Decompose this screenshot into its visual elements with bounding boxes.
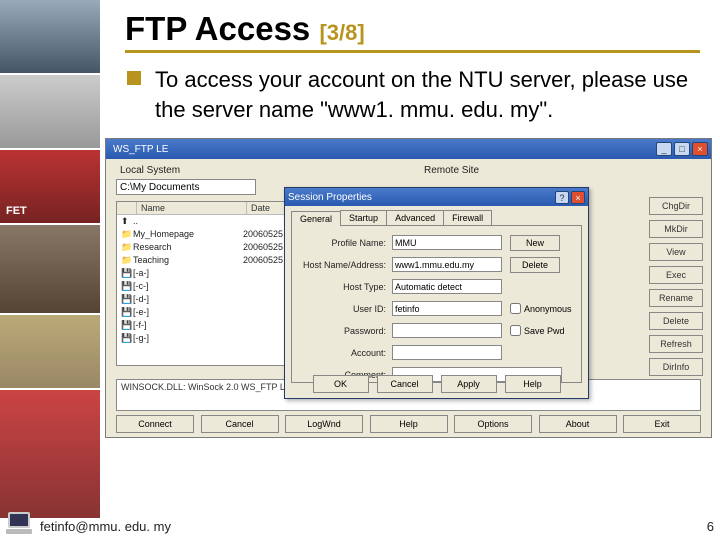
dialog-help-button[interactable]: Help [505,375,561,393]
ftp-window: WS_FTP LE _ □ × Local System Remote Site… [105,138,712,438]
sidebar-photo-2 [0,75,100,150]
slide-body: To access your account on the NTU server… [105,53,720,134]
dirinfo-button[interactable]: DirInfo [649,358,703,376]
local-system-label: Local System [120,165,180,176]
exec-button[interactable]: Exec [649,266,703,284]
rename-button[interactable]: Rename [649,289,703,307]
host-label: Host Name/Address: [300,260,392,270]
dialog-tabs: GeneralStartupAdvancedFirewall [285,206,588,225]
host-input[interactable] [392,257,502,272]
dialog-close-button[interactable]: × [571,191,585,204]
hosttype-select[interactable] [392,279,502,294]
slide-main: FTP Access [3/8] To access your account … [105,0,720,540]
dialog-titlebar: Session Properties ? × [285,188,588,206]
sidebar-photo-4 [0,315,100,390]
sidebar-image-strip: FET [0,0,100,540]
dialog-tab-body: Profile Name: New Host Name/Address: Del… [291,225,582,383]
dialog-cancel-button[interactable]: Cancel [377,375,433,393]
tab-startup[interactable]: Startup [340,210,387,225]
savepwd-label: Save Pwd [524,326,565,336]
close-button[interactable]: × [692,142,708,156]
title-text: FTP Access [125,10,310,47]
slide-title: FTP Access [3/8] [125,10,700,53]
bullet-icon [127,71,141,85]
computer-icon [4,512,34,538]
anonymous-label: Anonymous [524,304,572,314]
maximize-button[interactable]: □ [674,142,690,156]
account-label: Account: [300,348,392,358]
col-name: Name [137,202,247,214]
anonymous-checkbox[interactable] [510,303,521,314]
mkdir-button[interactable]: MkDir [649,220,703,238]
app-title: WS_FTP LE [109,144,168,155]
session-properties-dialog: Session Properties ? × GeneralStartupAdv… [284,187,589,399]
options-button[interactable]: Options [454,415,532,433]
delete-button[interactable]: Delete [510,257,560,273]
title-pager: [3/8] [319,20,364,45]
sidebar-photo-1 [0,0,100,75]
userid-input[interactable] [392,301,502,316]
account-input[interactable] [392,345,502,360]
tab-general[interactable]: General [291,211,341,226]
hosttype-label: Host Type: [300,282,392,292]
fet-logo: FET [0,150,100,225]
chgdir-button[interactable]: ChgDir [649,197,703,215]
profile-label: Profile Name: [300,238,392,248]
about-button[interactable]: About [539,415,617,433]
app-titlebar: WS_FTP LE _ □ × [106,139,711,159]
body-text: To access your account on the NTU server… [155,67,688,122]
savepwd-checkbox[interactable] [510,325,521,336]
refresh-button[interactable]: Refresh [649,335,703,353]
userid-label: User ID: [300,304,392,314]
password-input[interactable] [392,323,502,338]
new-button[interactable]: New [510,235,560,251]
remote-site-label: Remote Site [424,165,479,176]
tab-firewall[interactable]: Firewall [443,210,492,225]
delete-button[interactable]: Delete [649,312,703,330]
dialog-apply-button[interactable]: Apply [441,375,497,393]
page-number: 6 [707,519,714,534]
bottom-button-row: Connect Cancel LogWnd Help Options About Exit [116,415,701,433]
cancel-button[interactable]: Cancel [201,415,279,433]
local-path-input[interactable] [116,179,256,195]
view-button[interactable]: View [649,243,703,261]
connect-button[interactable]: Connect [116,415,194,433]
sidebar-photo-5 [0,390,100,520]
help-button[interactable]: Help [370,415,448,433]
exit-button[interactable]: Exit [623,415,701,433]
dialog-title: Session Properties [288,192,372,203]
dialog-button-row: OK Cancel Apply Help [285,375,588,393]
minimize-button[interactable]: _ [656,142,672,156]
right-button-column: ChgDir MkDir View Exec Rename Delete Refresh Di… [649,197,703,376]
password-label: Password: [300,326,392,336]
footer-email: fetinfo@mmu. edu. my [40,519,171,534]
profile-input[interactable] [392,235,502,250]
sidebar-photo-3 [0,225,100,315]
fet-label: FET [6,205,27,217]
dialog-help-button[interactable]: ? [555,191,569,204]
logwnd-button[interactable]: LogWnd [285,415,363,433]
dialog-ok-button[interactable]: OK [313,375,369,393]
tab-advanced[interactable]: Advanced [386,210,444,225]
